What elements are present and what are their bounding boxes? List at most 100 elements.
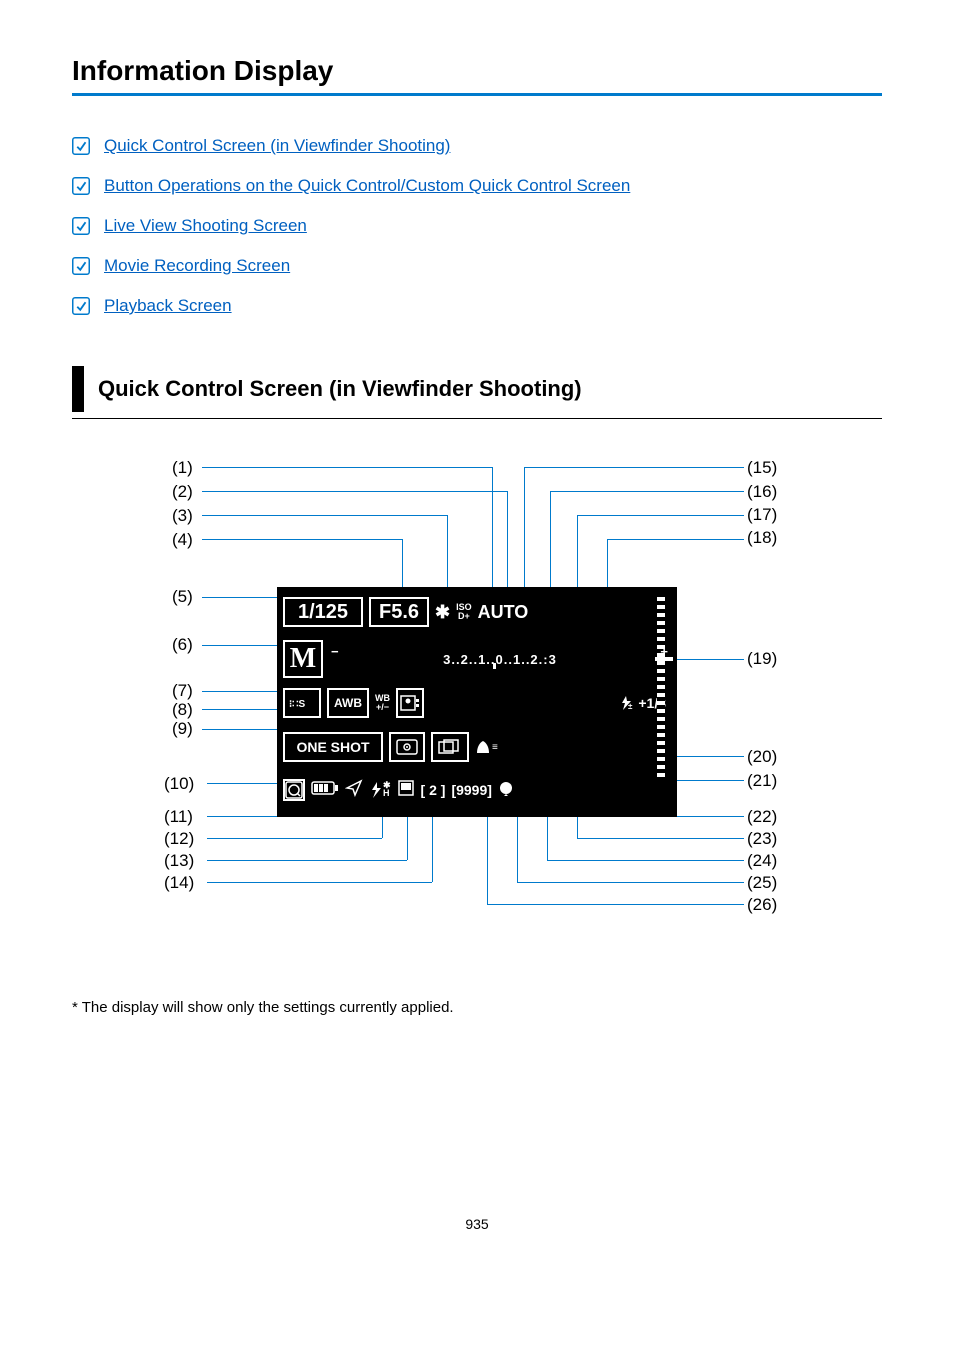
metering-mode-icon	[389, 732, 425, 762]
section-bar	[72, 366, 84, 412]
link-icon	[72, 297, 90, 315]
drive-mode-icon	[431, 732, 469, 762]
leader-line	[202, 467, 492, 468]
callout-21: (21)	[747, 771, 777, 791]
flash-ready-icon: ✱H	[369, 781, 391, 799]
callout-23: (23)	[747, 829, 777, 849]
exposure-scale: − 3..2..1..0..1..2.:3 +	[329, 652, 671, 667]
image-quality-icon: ≡	[475, 739, 498, 755]
section-header: Quick Control Screen (in Viewfinder Shoo…	[72, 366, 882, 412]
callout-20: (20)	[747, 747, 777, 767]
leader-line	[607, 539, 744, 540]
section-title: Quick Control Screen (in Viewfinder Shoo…	[98, 366, 582, 412]
callout-15: (15)	[747, 458, 777, 478]
leader-line	[547, 860, 744, 861]
toc-item: Playback Screen	[72, 296, 882, 316]
shooting-mode: M	[283, 640, 323, 678]
leader-line	[202, 491, 507, 492]
exposure-scale-text: 3..2..1..0..1..2.:3	[443, 652, 557, 667]
callout-14: (14)	[164, 873, 194, 893]
section-rule	[72, 418, 882, 419]
white-balance: AWB	[327, 688, 369, 718]
screen-row-2: M − 3..2..1..0..1..2.:3 +	[277, 637, 677, 681]
q-button-icon	[283, 779, 305, 801]
d-plus-label: D+	[456, 612, 472, 621]
diagram: (1) (2) (3) (4) (5) (6) (7) (8) (9) (10)…	[117, 449, 837, 979]
callout-2: (2)	[172, 482, 193, 502]
shutter-speed: 1/125	[283, 597, 363, 627]
callout-10: (10)	[164, 774, 194, 794]
toc-link-button-ops[interactable]: Button Operations on the Quick Control/C…	[104, 176, 630, 196]
svg-text:⁝∷S: ⁝∷S	[289, 699, 306, 710]
card-icon	[397, 779, 415, 801]
wb-pm-label: +/−	[375, 703, 390, 712]
toc-link-live-view[interactable]: Live View Shooting Screen	[104, 216, 307, 236]
callout-5: (5)	[172, 587, 193, 607]
callout-12: (12)	[164, 829, 194, 849]
screen-row-5: ✱H [ 2 ] [9999]	[277, 769, 677, 811]
leader-line	[202, 691, 287, 692]
link-icon	[72, 257, 90, 275]
aperture: F5.6	[369, 597, 429, 627]
title-rule	[72, 93, 882, 96]
link-icon	[72, 137, 90, 155]
toc-link-playback[interactable]: Playback Screen	[104, 296, 232, 316]
callout-22: (22)	[747, 807, 777, 827]
camera-screen: 1/125 F5.6 ✱ ISO D+ AUTO M − 3..2..1..0.…	[277, 587, 677, 817]
screen-row-4: ONE SHOT ≡	[277, 725, 677, 769]
toc-list: Quick Control Screen (in Viewfinder Shoo…	[72, 136, 882, 316]
page-title: Information Display	[72, 55, 882, 87]
toc-link-quick-control[interactable]: Quick Control Screen (in Viewfinder Shoo…	[104, 136, 450, 156]
callout-7: (7)	[172, 681, 193, 701]
burst-count: [ 2 ]	[421, 782, 446, 798]
callout-6: (6)	[172, 635, 193, 655]
link-icon	[72, 177, 90, 195]
wb-shift-icon: WB +/−	[375, 694, 390, 712]
vertical-scale	[657, 597, 665, 777]
af-operation: ONE SHOT	[283, 732, 383, 762]
toc-item: Button Operations on the Quick Control/C…	[72, 176, 882, 196]
picture-style-icon: ⁝∷S	[283, 688, 321, 718]
toc-link-movie[interactable]: Movie Recording Screen	[104, 256, 290, 276]
callout-11: (11)	[164, 807, 193, 827]
screen-row-3: ⁝∷S AWB WB +/− ± +1/3	[277, 681, 677, 725]
iso-auto: AUTO	[478, 602, 529, 623]
leader-line	[202, 515, 447, 516]
callout-19: (19)	[747, 649, 777, 669]
leader-line	[207, 860, 407, 861]
leader-line	[667, 659, 744, 660]
leader-line	[524, 467, 525, 595]
leader-line	[517, 882, 744, 883]
leader-line	[524, 467, 744, 468]
callout-26: (26)	[747, 895, 777, 915]
toc-item: Quick Control Screen (in Viewfinder Shoo…	[72, 136, 882, 156]
callout-4: (4)	[172, 530, 193, 550]
callout-18: (18)	[747, 528, 777, 548]
leader-line	[550, 491, 551, 596]
shots-remaining: [9999]	[451, 782, 491, 798]
leader-line	[492, 467, 493, 595]
callout-8: (8)	[172, 700, 193, 720]
iso-indicator: ISO D+	[456, 603, 472, 621]
leader-line	[577, 515, 744, 516]
footnote: * The display will show only the setting…	[72, 999, 882, 1016]
screen-row-1: 1/125 F5.6 ✱ ISO D+ AUTO	[277, 587, 677, 637]
ae-lock-icon: ✱	[435, 602, 450, 623]
callout-13: (13)	[164, 851, 194, 871]
toc-item: Live View Shooting Screen	[72, 216, 882, 236]
gps-icon	[345, 779, 363, 801]
battery-icon	[311, 781, 339, 799]
auto-lighting-icon	[396, 688, 424, 718]
leader-line	[577, 515, 578, 597]
leader-line	[207, 838, 382, 839]
leader-line	[487, 904, 744, 905]
callout-17: (17)	[747, 505, 777, 525]
page-number: 935	[72, 1216, 882, 1232]
leader-line	[202, 539, 402, 540]
callout-9: (9)	[172, 719, 193, 739]
svg-text:±: ±	[628, 702, 633, 711]
record-indicator-icon	[498, 780, 514, 800]
leader-line	[577, 838, 744, 839]
callout-25: (25)	[747, 873, 777, 893]
leader-line	[550, 491, 744, 492]
